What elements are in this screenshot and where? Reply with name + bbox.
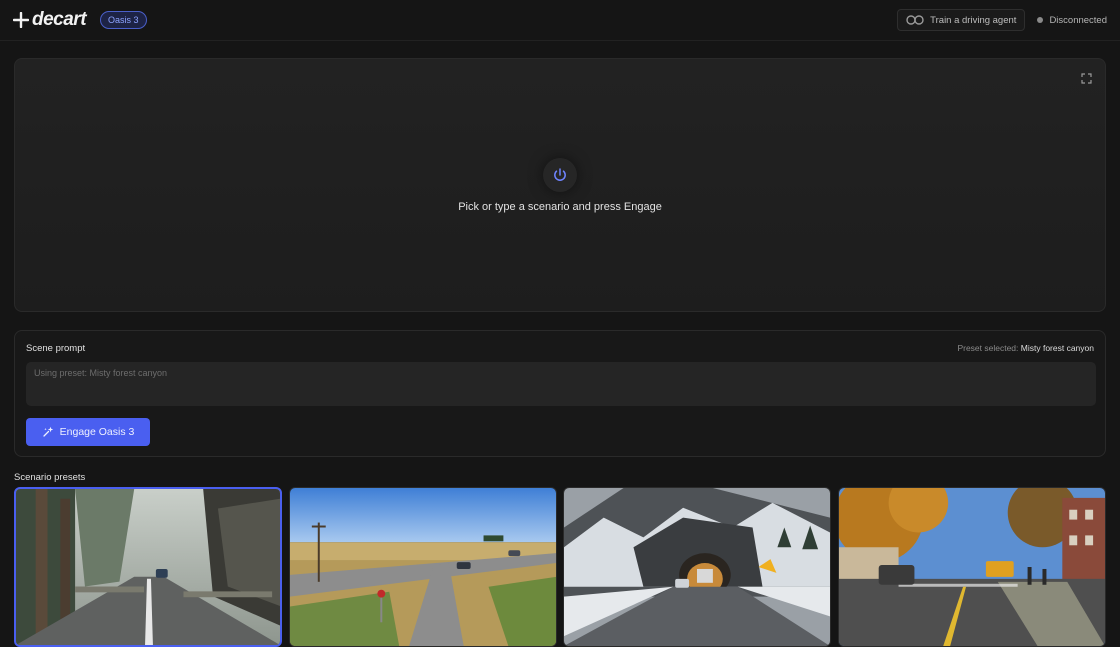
- connection-status: Disconnected: [1037, 15, 1107, 26]
- viewer-message: Pick or type a scenario and press Engage: [458, 201, 662, 213]
- brand: decart Oasis 3: [13, 9, 147, 31]
- preset-card-autumn-street[interactable]: [838, 487, 1106, 647]
- top-bar: decart Oasis 3 Train a driving agent Dis…: [0, 0, 1120, 41]
- preset-card-misty-forest[interactable]: [14, 487, 282, 647]
- model-badge: Oasis 3: [100, 11, 147, 29]
- autumn-street-thumbnail: [839, 488, 1105, 646]
- sparkle-icon: [42, 426, 53, 437]
- preset-selected-value: Misty forest canyon: [1020, 343, 1094, 353]
- video-viewer: Pick or type a scenario and press Engage: [14, 58, 1106, 312]
- train-button-label: Train a driving agent: [930, 14, 1017, 26]
- engage-button-label: Engage Oasis 3: [59, 426, 135, 438]
- power-button[interactable]: [543, 158, 577, 192]
- fullscreen-icon: [1080, 72, 1092, 84]
- preset-card-snowy-tunnel[interactable]: [563, 487, 831, 647]
- brand-name: decart: [32, 9, 87, 30]
- status-dot-icon: [1037, 17, 1044, 23]
- preset-selected-info: Preset selected: Misty forest canyon: [957, 343, 1094, 353]
- scene-prompt-panel: Scene prompt Preset selected: Misty fore…: [14, 330, 1106, 457]
- scene-prompt-title: Scene prompt: [26, 343, 86, 354]
- decart-plus-icon: [13, 12, 29, 28]
- preset-selected-label: Preset selected:: [957, 343, 1019, 353]
- power-icon: [554, 168, 566, 181]
- scene-prompt-input[interactable]: [26, 362, 1096, 406]
- decart-logo[interactable]: decart: [13, 9, 87, 31]
- fullscreen-button[interactable]: [1077, 69, 1095, 87]
- preset-card-prairie[interactable]: [289, 487, 557, 647]
- snowy-tunnel-thumbnail: [564, 488, 830, 646]
- engage-button[interactable]: Engage Oasis 3: [26, 418, 150, 446]
- status-label: Disconnected: [1049, 14, 1107, 26]
- scenario-presets: [14, 487, 1106, 647]
- infinity-icon: [906, 15, 924, 25]
- scenario-presets-title: Scenario presets: [14, 472, 86, 483]
- train-driving-agent-button[interactable]: Train a driving agent: [897, 9, 1026, 31]
- misty-forest-thumbnail: [16, 489, 280, 645]
- prairie-intersection-thumbnail: [290, 488, 556, 646]
